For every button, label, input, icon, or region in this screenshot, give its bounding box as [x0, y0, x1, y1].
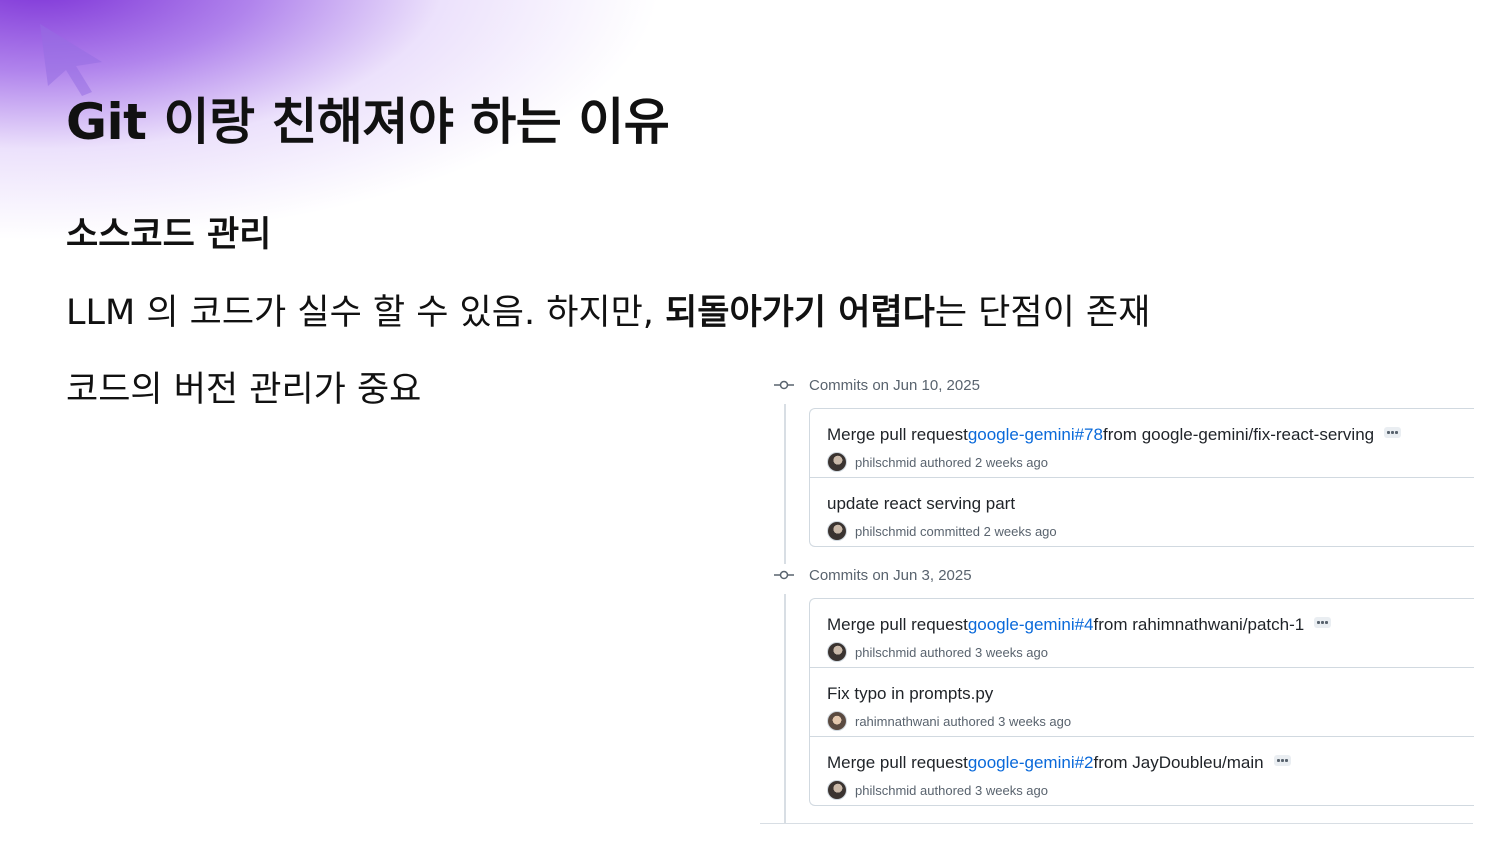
commit-message[interactable]: Merge pull request google-gemini#78 from… — [827, 425, 1402, 445]
git-commit-icon — [774, 570, 794, 580]
section-heading: 소스코드 관리 — [66, 215, 272, 255]
avatar[interactable] — [827, 642, 847, 662]
commit-meta: philschmid authored 3 weeks ago — [827, 780, 1048, 800]
commit-time: 3 weeks ago — [975, 644, 1048, 660]
commit-list: Merge pull request google-gemini#78 from… — [809, 408, 1474, 547]
commit-meta: rahimnathwani authored 3 weeks ago — [827, 711, 1071, 731]
commit-action: authored — [920, 644, 972, 660]
pr-link[interactable]: google-gemini#4 — [968, 615, 1094, 635]
avatar[interactable] — [827, 521, 847, 541]
commit-meta: philschmid authored 2 weeks ago — [827, 452, 1048, 472]
body-text: 는 단점이 존재 — [934, 293, 1151, 333]
pr-link[interactable]: google-gemini#78 — [968, 425, 1103, 445]
commit-meta: philschmid authored 3 weeks ago — [827, 642, 1048, 662]
commit-row[interactable]: update react serving part philschmid com… — [810, 478, 1474, 546]
commit-group-header: Commits on Jun 10, 2025 — [774, 373, 980, 397]
commit-message[interactable]: Merge pull request google-gemini#4 from … — [827, 615, 1332, 635]
commit-row[interactable]: Fix typo in prompts.py rahimnathwani aut… — [810, 668, 1474, 737]
commit-date-label: Commits on Jun 10, 2025 — [809, 376, 980, 394]
commit-time: 2 weeks ago — [975, 454, 1048, 470]
commit-message-text: Merge pull request — [827, 425, 968, 444]
slide-title: Git 이랑 친해져야 하는 이유 — [66, 93, 670, 151]
avatar[interactable] — [827, 452, 847, 472]
commit-author[interactable]: philschmid — [855, 783, 916, 798]
commit-time: 2 weeks ago — [983, 523, 1057, 539]
commit-author[interactable]: philschmid — [855, 524, 916, 539]
commit-list: Merge pull request google-gemini#4 from … — [809, 598, 1474, 806]
avatar[interactable] — [827, 711, 847, 731]
body-line-version-control: 코드의 버전 관리가 중요 — [66, 370, 422, 410]
timeline-line — [784, 594, 786, 823]
commit-author[interactable]: philschmid — [855, 645, 916, 660]
commit-author[interactable]: philschmid — [855, 455, 916, 470]
commit-row[interactable]: Merge pull request google-gemini#2 from … — [810, 737, 1474, 805]
commit-action: committed — [920, 523, 981, 539]
expand-ellipsis-button[interactable] — [1273, 754, 1291, 766]
commit-action: authored — [920, 782, 972, 798]
commit-message[interactable]: Fix typo in prompts.py — [827, 684, 993, 704]
commit-date-label: Commits on Jun 3, 2025 — [809, 566, 972, 584]
commit-message[interactable]: Merge pull request google-gemini#2 from … — [827, 753, 1291, 773]
commit-message[interactable]: update react serving part — [827, 494, 1015, 514]
commit-author[interactable]: rahimnathwani — [855, 714, 940, 729]
avatar[interactable] — [827, 780, 847, 800]
commit-action: authored — [920, 454, 972, 470]
pr-link[interactable]: google-gemini#2 — [968, 753, 1094, 773]
commit-action: authored — [943, 713, 995, 729]
body-text-emphasis: 되돌아가기 어렵다 — [665, 293, 935, 333]
commit-history-panel: Commits on Jun 10, 2025 Merge pull reque… — [760, 368, 1474, 824]
timeline-line — [784, 404, 786, 564]
commit-meta: philschmid committed 2 weeks ago — [827, 521, 1057, 541]
commit-group-header: Commits on Jun 3, 2025 — [774, 563, 972, 587]
commit-time: 3 weeks ago — [975, 782, 1048, 798]
expand-ellipsis-button[interactable] — [1384, 426, 1402, 438]
commit-message-text: Merge pull request — [827, 753, 968, 772]
commit-message-text: from rahimnathwani/patch-1 — [1093, 615, 1305, 634]
commit-row[interactable]: Merge pull request google-gemini#78 from… — [810, 409, 1474, 478]
commit-message-text: from google-gemini/fix-react-serving — [1102, 425, 1375, 444]
body-line-llm-mistakes: LLM 의 코드가 실수 할 수 있음. 하지만, 되돌아가기 어렵다는 단점이… — [66, 284, 1150, 335]
commit-time: 3 weeks ago — [998, 713, 1072, 729]
commit-message-text: Merge pull request — [827, 615, 968, 634]
commit-row[interactable]: Merge pull request google-gemini#4 from … — [810, 599, 1474, 668]
commit-message-text: from JayDoubleu/main — [1093, 753, 1264, 772]
expand-ellipsis-button[interactable] — [1314, 616, 1332, 628]
body-text: LLM 의 코드가 실수 할 수 있음. 하지만, — [66, 293, 666, 333]
git-commit-icon — [774, 380, 794, 390]
